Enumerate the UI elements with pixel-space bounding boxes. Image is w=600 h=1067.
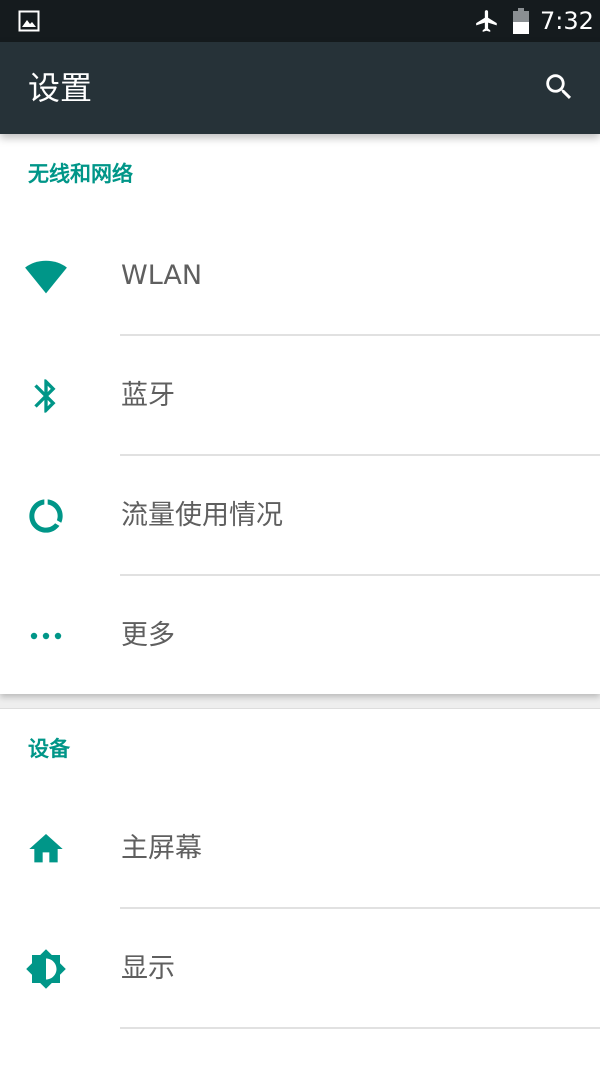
settings-item-label: 显示 <box>121 953 175 984</box>
settings-item-wlan[interactable]: WLAN <box>0 216 600 336</box>
page-title: 设置 <box>28 69 93 107</box>
device-section: 设备 主屏幕 显示 <box>0 708 600 1067</box>
battery-icon <box>511 7 531 35</box>
airplane-mode-icon <box>474 8 500 34</box>
bluetooth-icon <box>22 372 70 420</box>
data-usage-icon <box>22 492 70 540</box>
status-bar: 7:32 <box>0 0 600 42</box>
search-button[interactable] <box>536 66 582 112</box>
settings-item-bluetooth[interactable]: 蓝牙 <box>0 336 600 456</box>
more-dots-icon <box>22 612 70 660</box>
status-time: 7:32 <box>540 7 594 35</box>
wifi-icon <box>22 252 70 300</box>
settings-item-label: WLAN <box>121 260 203 291</box>
settings-item-label: 主屏幕 <box>121 833 202 864</box>
settings-item-data-usage[interactable]: 流量使用情况 <box>0 456 600 576</box>
app-bar: 设置 <box>0 42 600 134</box>
settings-item-home[interactable]: 主屏幕 <box>0 789 600 909</box>
divider <box>120 1027 600 1029</box>
home-icon <box>22 825 70 873</box>
settings-item-display[interactable]: 显示 <box>0 909 600 1029</box>
image-notification-icon <box>18 10 40 32</box>
settings-item-more[interactable]: 更多 <box>0 576 600 696</box>
wireless-networks-section: 无线和网络 WLAN 蓝牙 流量使用情况 更多 <box>0 134 600 694</box>
search-icon <box>542 70 576 108</box>
section-gap <box>0 694 600 708</box>
settings-item-label: 流量使用情况 <box>121 500 283 531</box>
settings-item-label: 更多 <box>121 620 175 651</box>
brightness-icon <box>22 945 70 993</box>
section-header-device: 设备 <box>28 737 70 761</box>
section-header-wireless: 无线和网络 <box>28 162 133 186</box>
settings-item-label: 蓝牙 <box>121 380 175 411</box>
